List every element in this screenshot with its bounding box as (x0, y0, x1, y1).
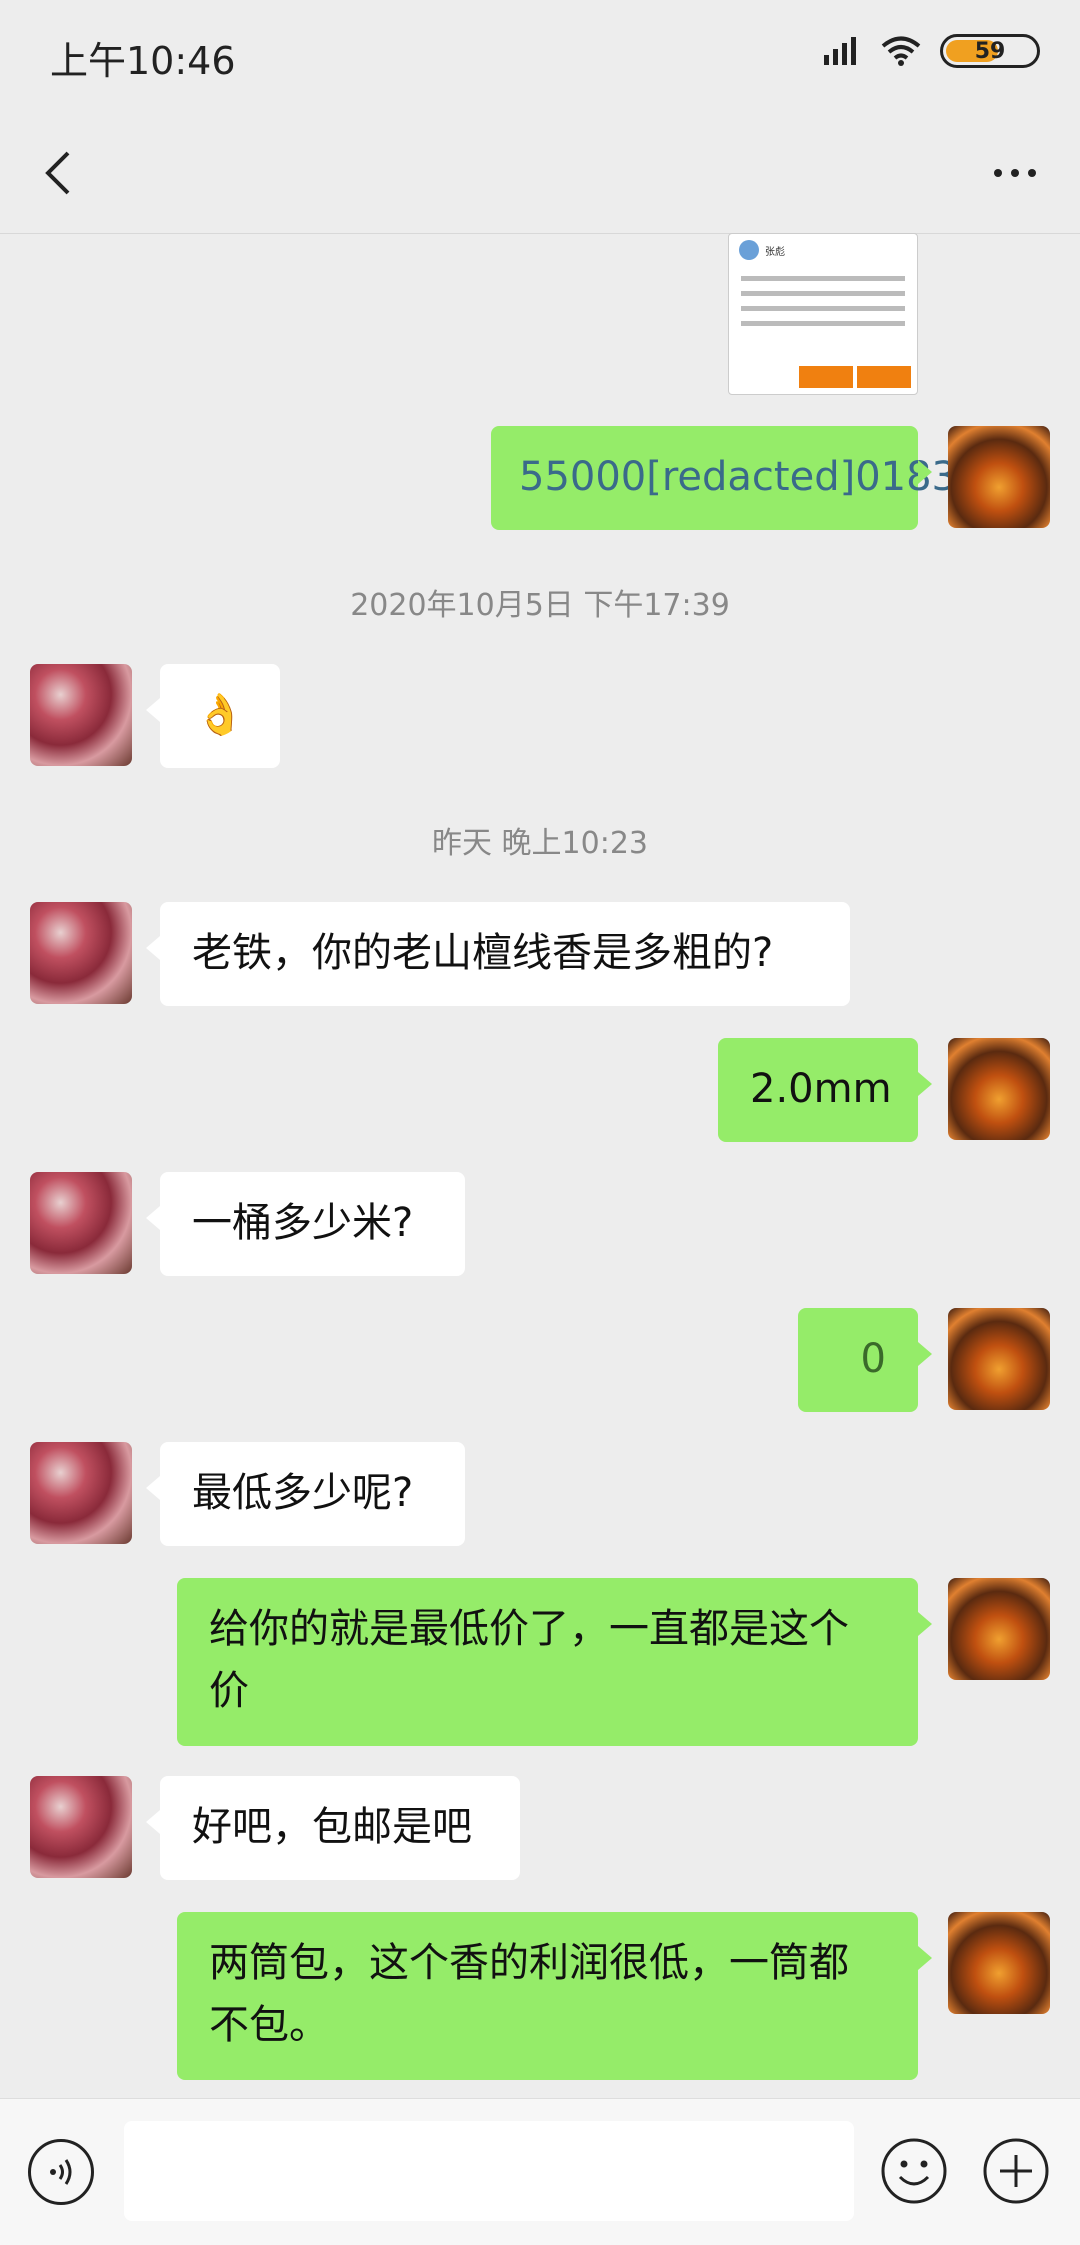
status-bar: 上午10:46 59 (0, 0, 1080, 115)
sent-message[interactable]: 55000[redacted]01839 (491, 426, 982, 530)
received-message[interactable]: 最低多少呢? (146, 1442, 465, 1546)
chevron-left-icon[interactable] (30, 143, 90, 203)
my-avatar[interactable] (948, 1578, 1050, 1680)
received-message[interactable]: 好吧，包邮是吧 (146, 1776, 520, 1880)
more-dots-icon[interactable] (980, 143, 1050, 203)
timestamp: 昨天 晚上10:23 (432, 826, 648, 861)
my-avatar[interactable] (948, 426, 1050, 528)
emoji-icon[interactable] (880, 2137, 948, 2205)
clock: 上午10:46 (50, 39, 236, 83)
friend-avatar[interactable] (30, 1172, 132, 1274)
plus-icon[interactable] (982, 2137, 1050, 2205)
my-avatar[interactable] (948, 1308, 1050, 1410)
shared-card-image[interactable]: 张彪 (728, 233, 918, 395)
my-avatar[interactable] (948, 1912, 1050, 2014)
shared-card-name: 张彪 (765, 246, 785, 258)
input-bar (0, 2098, 1080, 2245)
status-icons: 59 (822, 34, 1040, 68)
friend-avatar[interactable] (30, 902, 132, 1004)
received-message[interactable]: 一桶多少米? (146, 1172, 465, 1276)
timestamp: 2020年10月5日 下午17:39 (350, 588, 730, 623)
friend-avatar[interactable] (30, 1776, 132, 1878)
signal-icon (824, 37, 856, 65)
battery-indicator: 59 (940, 34, 1040, 68)
sent-message[interactable]: 2.0mm (718, 1038, 932, 1142)
message-input[interactable] (124, 2121, 854, 2221)
ok-hand-emoji: 👌 (195, 692, 245, 738)
received-message[interactable]: 老铁，你的老山檀线香是多粗的? (146, 902, 850, 1006)
received-message[interactable]: 👌 (146, 664, 280, 768)
my-avatar[interactable] (948, 1038, 1050, 1140)
sent-message[interactable]: 0 (798, 1308, 932, 1412)
chat-header (0, 115, 1080, 234)
voice-icon[interactable] (28, 2139, 94, 2205)
wifi-icon (881, 36, 921, 66)
sent-message[interactable]: 给你的就是最低价了，一直都是这个价 (177, 1578, 932, 1746)
friend-avatar[interactable] (30, 1442, 132, 1544)
friend-avatar[interactable] (30, 664, 132, 766)
battery-level: 59 (974, 38, 1006, 64)
sent-message[interactable]: 两筒包，这个香的利润很低，一筒都不包。 (177, 1912, 932, 2080)
